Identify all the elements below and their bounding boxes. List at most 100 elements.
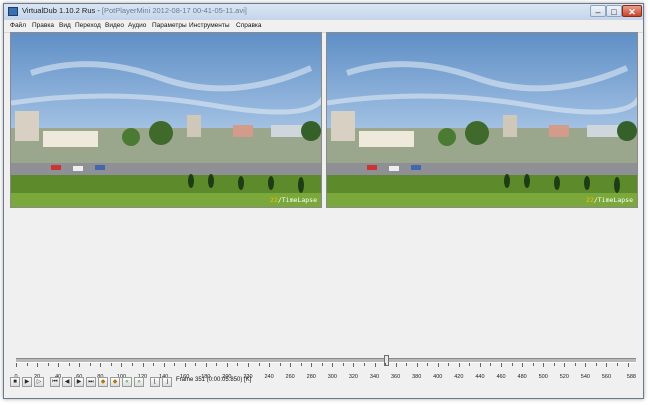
slider-tick: [385, 363, 387, 366]
minimize-button[interactable]: –: [590, 5, 606, 17]
slider-tick: [490, 363, 492, 366]
timelapse-watermark: 22/TimeLapse: [270, 196, 317, 204]
slider-tick: [195, 363, 197, 366]
slider-tick: [174, 363, 176, 366]
slider-tick-label: 320: [348, 374, 358, 380]
slider-tick: [131, 363, 133, 366]
slider-tick-label: 520: [559, 374, 569, 380]
slider-tick: [311, 363, 313, 367]
go-start-icon[interactable]: ⏮: [50, 377, 60, 387]
slider-tick: [332, 363, 334, 367]
slider-tick: [469, 363, 471, 366]
slider-tick: [58, 363, 60, 367]
menu-edit[interactable]: Правка: [32, 22, 54, 29]
next-frame-icon[interactable]: ▶: [74, 377, 84, 387]
slider-tick: [595, 363, 597, 366]
play-input-icon[interactable]: ▶: [22, 377, 32, 387]
slider-tick: [258, 363, 260, 366]
slider-tick-label: 340: [369, 374, 380, 380]
output-frame-image: [327, 33, 637, 207]
slider-tick: [184, 363, 186, 367]
slider-tick: [574, 363, 576, 366]
slider-tick: [427, 363, 429, 366]
slider-ticks: 0204060801001201401601802002202402602803…: [14, 363, 636, 380]
prev-frame-icon[interactable]: ◀: [62, 377, 72, 387]
title-bar[interactable]: VirtualDub 1.10.2 Rus - [PotPlayerMini 2…: [4, 4, 643, 21]
slider-tick: [237, 363, 239, 366]
slider-tick: [342, 363, 344, 366]
slider-tick: [205, 363, 207, 367]
slider-tick: [363, 363, 365, 366]
slider-tick: [142, 363, 144, 367]
slider-tick: [564, 363, 566, 367]
prev-keyframe-icon[interactable]: ◆: [98, 377, 108, 387]
slider-tick: [606, 363, 608, 367]
slider-tick: [406, 363, 408, 366]
slider-tick: [37, 363, 39, 367]
file-title: [PotPlayerMini 2012-08-17 00-41-05-11.av…: [101, 6, 247, 15]
slider-tick: [448, 363, 450, 366]
app-title: VirtualDub 1.10.2 Rus -: [22, 6, 102, 15]
slider-tick: [121, 363, 123, 367]
slider-tick: [585, 363, 587, 367]
slider-tick-label: 260: [285, 374, 295, 380]
slider-tick: [163, 363, 165, 367]
slider-tick: [68, 363, 70, 366]
slider-tick: [100, 363, 102, 367]
timelapse-watermark: 22/TimeLapse: [586, 196, 633, 204]
slider-tick-label: 240: [264, 374, 274, 380]
slider-tick: [226, 363, 228, 367]
slider-tick: [16, 363, 17, 367]
slider-tick: [300, 363, 302, 366]
slider-tick: [269, 363, 271, 367]
scene-back-icon[interactable]: «: [122, 377, 132, 387]
slider-tick: [617, 363, 619, 366]
menu-help[interactable]: Справка: [236, 22, 262, 29]
slider-tick-label: 280: [306, 374, 316, 380]
virtualdub-window: VirtualDub 1.10.2 Rus - [PotPlayerMini 2…: [3, 3, 644, 399]
menu-go[interactable]: Переход: [75, 22, 101, 29]
slider-tick: [543, 363, 545, 367]
app-icon: [8, 7, 18, 16]
go-end-icon[interactable]: ⏭: [86, 377, 96, 387]
slider-tick: [479, 363, 481, 367]
empty-workspace: [4, 210, 643, 360]
slider-tick: [522, 363, 524, 367]
slider-tick-label: 400: [433, 374, 443, 380]
stop-icon[interactable]: ■: [10, 377, 20, 387]
maximize-button[interactable]: □: [606, 5, 622, 17]
next-keyframe-icon[interactable]: ◆: [110, 377, 120, 387]
slider-tick: [47, 363, 49, 366]
slider-tick: [374, 363, 376, 367]
slider-tick: [416, 363, 418, 367]
mark-out-icon[interactable]: ⌋: [162, 377, 172, 387]
mark-in-icon[interactable]: ⌊: [150, 377, 160, 387]
slider-tick: [553, 363, 555, 366]
play-output-icon[interactable]: ▷: [34, 377, 44, 387]
slider-tick: [437, 363, 439, 367]
slider-tick: [290, 363, 292, 367]
menu-file[interactable]: Файл: [10, 22, 26, 29]
slider-tick: [458, 363, 460, 367]
menu-options[interactable]: Параметры: [152, 22, 187, 29]
menu-audio[interactable]: Аудио: [128, 22, 146, 29]
position-slider[interactable]: 0204060801001201401601802002202402602803…: [14, 355, 636, 380]
scene-forward-icon[interactable]: »: [134, 377, 144, 387]
slider-tick-label: 360: [390, 374, 401, 380]
slider-tick-label: 588: [626, 374, 636, 380]
slider-tick-label: 540: [580, 374, 590, 380]
slider-tick-label: 380: [412, 374, 422, 380]
window-title: VirtualDub 1.10.2 Rus - [PotPlayerMini 2…: [22, 6, 247, 15]
slider-tick: [279, 363, 281, 366]
input-video-pane[interactable]: 22/TimeLapse: [10, 32, 322, 208]
menu-tools[interactable]: Инструменты: [189, 22, 230, 29]
menu-view[interactable]: Вид: [59, 22, 71, 29]
input-frame-image: [11, 33, 321, 207]
slider-tick-label: 460: [496, 374, 506, 380]
slider-tick-label: 440: [475, 374, 485, 380]
slider-tick: [511, 363, 513, 366]
output-video-pane[interactable]: 22/TimeLapse: [326, 32, 638, 208]
menu-video[interactable]: Видео: [105, 22, 124, 29]
close-button[interactable]: ✕: [622, 5, 642, 17]
slider-tick-label: 480: [517, 374, 527, 380]
